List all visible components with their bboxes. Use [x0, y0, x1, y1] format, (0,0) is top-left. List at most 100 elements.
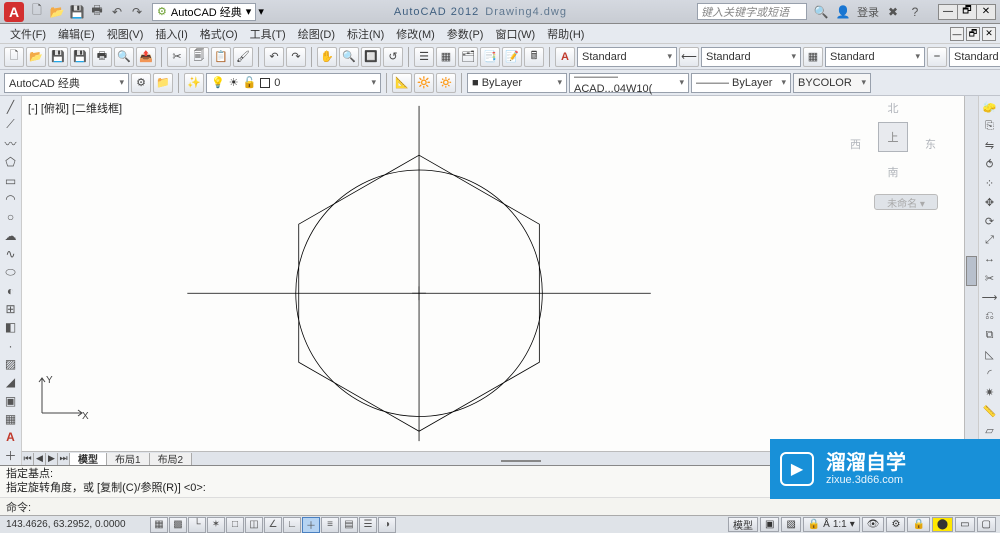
- doc-minimize[interactable]: —: [950, 27, 964, 41]
- qat-save-icon[interactable]: 💾: [68, 3, 86, 21]
- layuniso-icon[interactable]: 🔅: [436, 73, 456, 93]
- menu-param[interactable]: 参数(P): [441, 25, 490, 43]
- viewcube-badge[interactable]: 未命名 ▾: [874, 194, 938, 210]
- ellipse-icon[interactable]: ⬭: [2, 264, 20, 281]
- pline-icon[interactable]: 〰: [2, 135, 20, 153]
- qat-redo-icon[interactable]: ↷: [128, 3, 146, 21]
- quickview2-icon[interactable]: ▧: [781, 517, 800, 532]
- mirror-icon[interactable]: ⇋: [981, 136, 999, 154]
- tab-layout2[interactable]: 布局2: [150, 453, 193, 465]
- search-icon[interactable]: 🔍: [813, 4, 829, 20]
- tabnav-first[interactable]: ⏮: [22, 453, 34, 465]
- rect-icon[interactable]: ▭: [2, 172, 20, 189]
- tabnav-next[interactable]: ▶: [46, 453, 58, 465]
- pan-icon[interactable]: ✋: [317, 47, 337, 67]
- toolbarlock-icon[interactable]: 🔒: [907, 517, 929, 532]
- array-icon[interactable]: ⁘: [981, 174, 999, 192]
- menu-edit[interactable]: 编辑(E): [52, 25, 101, 43]
- ml-style-icon[interactable]: ⎯: [927, 47, 947, 67]
- region-icon[interactable]: ▣: [2, 392, 20, 409]
- xline-icon[interactable]: ⟋: [2, 116, 20, 133]
- snap-toggle[interactable]: ▦: [150, 517, 168, 533]
- new-icon[interactable]: 🗋: [4, 47, 24, 67]
- extend-icon[interactable]: ⟶: [981, 288, 999, 306]
- gradient-icon[interactable]: ◢: [2, 374, 20, 391]
- qat-undo-icon[interactable]: ↶: [108, 3, 126, 21]
- markup-icon[interactable]: 📝: [502, 47, 522, 67]
- plot-icon[interactable]: 🖶: [92, 47, 112, 67]
- iso-icon[interactable]: ▭: [955, 517, 974, 532]
- hatch-icon[interactable]: ▨: [2, 355, 20, 372]
- polygon-icon[interactable]: ⬠: [2, 154, 20, 171]
- zoomwin-icon[interactable]: 🔲: [361, 47, 381, 67]
- paste-icon[interactable]: 📋: [211, 47, 231, 67]
- join-icon[interactable]: ⧉: [981, 326, 999, 344]
- toolpal-icon[interactable]: 🗂: [458, 47, 478, 67]
- stretch-icon[interactable]: ↔: [981, 250, 999, 268]
- dim-style-icon[interactable]: ⟵: [679, 47, 699, 67]
- text-style-combo[interactable]: Standard▾: [577, 47, 677, 67]
- grid-toggle[interactable]: ▩: [169, 517, 187, 533]
- login-icon[interactable]: 👤: [835, 4, 851, 20]
- vscrollbar[interactable]: [964, 96, 978, 451]
- zoomprev-icon[interactable]: ↺: [383, 47, 403, 67]
- qat-open-icon[interactable]: 📂: [48, 3, 66, 21]
- earc-icon[interactable]: ◐: [2, 282, 20, 299]
- viewport-label[interactable]: [-] [俯视] [二维线框]: [28, 100, 122, 116]
- dyn-toggle[interactable]: ＋: [302, 517, 320, 533]
- menu-tools[interactable]: 工具(T): [244, 25, 292, 43]
- color-combo[interactable]: ■ ByLayer▾: [467, 73, 567, 93]
- command-line[interactable]: 命令:: [0, 498, 1000, 516]
- menu-insert[interactable]: 插入(I): [149, 25, 193, 43]
- spline-icon[interactable]: ∿: [2, 245, 20, 262]
- trim-icon[interactable]: ✂: [981, 269, 999, 287]
- osnap-toggle[interactable]: □: [226, 517, 244, 533]
- 3dosnap-toggle[interactable]: ◫: [245, 517, 263, 533]
- drawing-canvas[interactable]: [-] [俯视] [二维线框] Y: [22, 96, 964, 451]
- menu-dim[interactable]: 标注(N): [341, 25, 390, 43]
- quickview-icon[interactable]: ▣: [760, 517, 779, 532]
- offset-icon[interactable]: ⥀: [981, 155, 999, 173]
- viewcube[interactable]: 北 南 西 东 上: [848, 100, 938, 190]
- ducs-toggle[interactable]: ∟: [283, 517, 301, 533]
- ortho-toggle[interactable]: └: [188, 517, 206, 533]
- props-icon[interactable]: ☰: [414, 47, 434, 67]
- viewcube-top[interactable]: 上: [878, 122, 908, 152]
- app-logo[interactable]: A: [4, 2, 24, 22]
- command-input[interactable]: [35, 501, 994, 513]
- otrack-toggle[interactable]: ∠: [264, 517, 282, 533]
- modelspace-button[interactable]: 模型: [728, 517, 758, 532]
- tpy-toggle[interactable]: ▤: [340, 517, 358, 533]
- tabnav-last[interactable]: ⏭: [58, 453, 70, 465]
- cut-icon[interactable]: ✂: [167, 47, 187, 67]
- close-button[interactable]: ✕: [976, 4, 996, 20]
- qat-new-icon[interactable]: 🗋: [28, 3, 46, 21]
- fillet-icon[interactable]: ◜: [981, 364, 999, 382]
- tab-layout1[interactable]: 布局1: [107, 453, 150, 465]
- laymcur-icon[interactable]: 📐: [392, 73, 412, 93]
- open-icon[interactable]: 📂: [26, 47, 46, 67]
- addsel-icon[interactable]: ＋: [2, 447, 20, 465]
- menu-draw[interactable]: 绘图(D): [292, 25, 341, 43]
- login-label[interactable]: 登录: [857, 4, 879, 20]
- match-icon[interactable]: 🖌: [233, 47, 253, 67]
- tab-model[interactable]: 模型: [70, 453, 107, 465]
- circle-icon[interactable]: ○: [2, 209, 20, 226]
- move-icon[interactable]: ✥: [981, 193, 999, 211]
- wssave-icon[interactable]: 📁: [153, 73, 173, 93]
- saveas-icon[interactable]: 💾: [70, 47, 90, 67]
- scale-icon[interactable]: ⤢: [981, 231, 999, 249]
- table-icon[interactable]: ▦: [2, 410, 20, 427]
- menu-file[interactable]: 文件(F): [4, 25, 52, 43]
- insert-icon[interactable]: ⊞: [2, 300, 20, 317]
- text-style-icon[interactable]: A: [555, 47, 575, 67]
- menu-modify[interactable]: 修改(M): [390, 25, 441, 43]
- save-icon[interactable]: 💾: [48, 47, 68, 67]
- minimize-button[interactable]: —: [938, 4, 958, 20]
- undo-icon[interactable]: ↶: [264, 47, 284, 67]
- exchange-icon[interactable]: ✖: [885, 4, 901, 20]
- menu-format[interactable]: 格式(O): [194, 25, 244, 43]
- menu-view[interactable]: 视图(V): [101, 25, 150, 43]
- table-style-icon[interactable]: ▦: [803, 47, 823, 67]
- doc-close[interactable]: ✕: [982, 27, 996, 41]
